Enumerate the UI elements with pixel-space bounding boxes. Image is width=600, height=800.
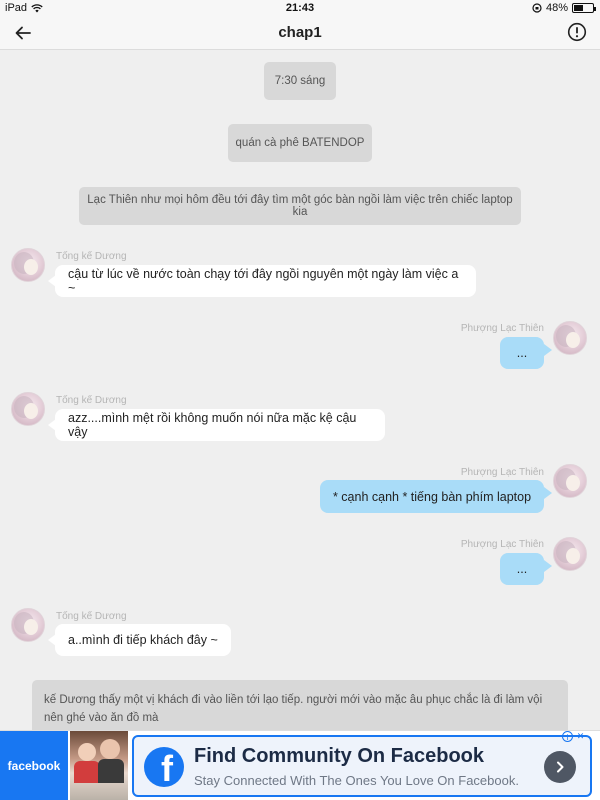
- avatar[interactable]: [553, 537, 587, 571]
- avatar[interactable]: [11, 392, 45, 426]
- ad-headline[interactable]: Find Community On Facebook: [194, 745, 484, 768]
- battery-percent: 48%: [545, 2, 568, 14]
- battery-icon: [572, 3, 596, 13]
- page-title: chap1: [278, 24, 322, 41]
- avatar[interactable]: [553, 321, 587, 355]
- sender-name: Tống kế Dương: [56, 611, 127, 622]
- sender-name: Tống kế Dương: [56, 251, 127, 262]
- chat-header: chap1: [0, 16, 600, 50]
- ad-banner[interactable]: facebook f Find Community On Facebook St…: [0, 730, 600, 800]
- chat-area[interactable]: 7:30 sáng quán cà phê BATENDOP Lạc Thiên…: [0, 50, 600, 730]
- message-bubble[interactable]: azz....mình mệt rồi không muốn nói nữa m…: [55, 409, 385, 441]
- avatar[interactable]: [553, 464, 587, 498]
- ad-next-button[interactable]: [544, 751, 576, 783]
- bubble-tail: [544, 487, 552, 499]
- sender-name: Phượng Lạc Thiên: [460, 539, 544, 550]
- bubble-tail: [544, 344, 552, 356]
- close-icon[interactable]: ✕: [575, 731, 586, 742]
- adchoices-icon[interactable]: i: [562, 731, 573, 742]
- chevron-right-icon: [557, 761, 564, 773]
- sender-name: Phượng Lạc Thiên: [460, 323, 544, 334]
- ad-card[interactable]: f Find Community On Facebook Stay Connec…: [132, 735, 592, 797]
- status-bar: iPad 21:43 48%: [0, 0, 600, 16]
- bubble-tail: [544, 560, 552, 572]
- time-label: 7:30 sáng: [264, 62, 336, 100]
- facebook-f-icon: f: [144, 747, 184, 787]
- ad-choices[interactable]: i ✕: [562, 731, 586, 742]
- place-label: quán cà phê BATENDOP: [228, 124, 372, 162]
- orientation-lock-icon: [532, 3, 542, 13]
- message-bubble[interactable]: cậu từ lúc về nước toàn chạy tới đây ngồ…: [55, 265, 476, 297]
- message-bubble[interactable]: ...: [500, 337, 544, 369]
- sender-name: Tống kế Dương: [56, 395, 127, 406]
- sender-name: Phượng Lạc Thiên: [460, 467, 544, 478]
- facebook-logo[interactable]: facebook: [0, 731, 68, 800]
- ad-subline: Stay Connected With The Ones You Love On…: [194, 773, 519, 788]
- ad-image[interactable]: [70, 731, 128, 800]
- avatar[interactable]: [11, 608, 45, 642]
- info-icon[interactable]: [567, 22, 587, 42]
- avatar[interactable]: [11, 248, 45, 282]
- clock: 21:43: [285, 2, 315, 14]
- message-bubble[interactable]: ...: [500, 553, 544, 585]
- message-bubble[interactable]: a..mình đi tiếp khách đây ~: [55, 624, 231, 656]
- narration: kế Dương thấy một vị khách đi vào liền t…: [32, 680, 568, 730]
- narration: Lạc Thiên như mọi hôm đều tới đây tìm mộ…: [79, 187, 521, 225]
- message-bubble[interactable]: * cạnh cạnh * tiếng bàn phím laptop: [320, 480, 544, 513]
